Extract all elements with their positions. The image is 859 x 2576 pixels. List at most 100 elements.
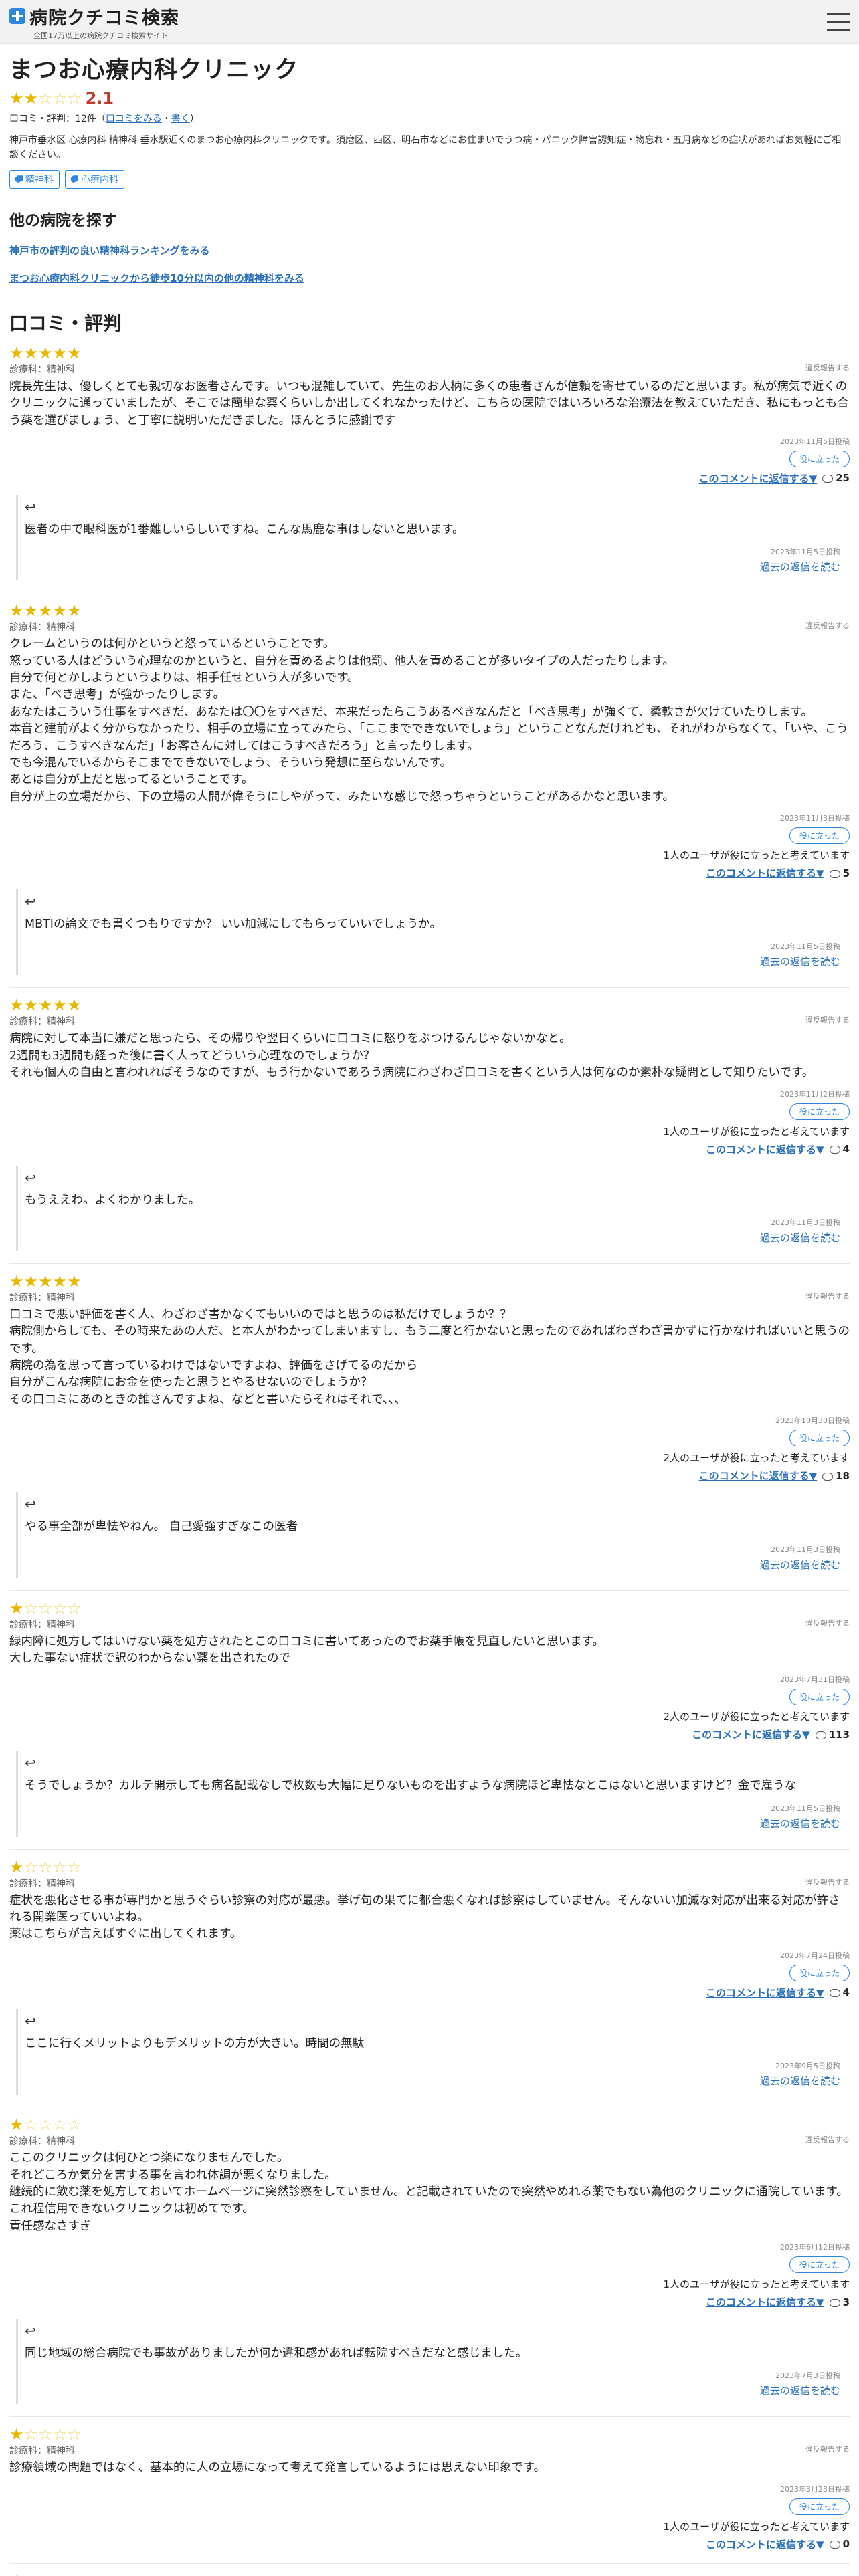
helpful-button[interactable]: 役に立った (789, 1964, 850, 1981)
reply-date: 2023年7月3日投稿 (775, 2371, 840, 2381)
report-link[interactable]: 違反報告する (805, 362, 850, 376)
ranking-link[interactable]: 神戸市の評判の良い精神科ランキングをみる (9, 243, 850, 257)
review-item: ★☆☆☆☆ 診療科：精神科 違反報告する 症状を悪化させる事が専門かと思うぐらい診察の… (9, 1850, 850, 2108)
reply-text: ここに行くメリットよりもデメリットの方が大きい。時間の無駄 (25, 2036, 365, 2050)
reply-to-comment-link[interactable]: このコメントに返信する▼ (692, 1727, 810, 1741)
helpful-button[interactable]: 役に立った (789, 2498, 850, 2515)
reply-item: ↩ もうええわ。よくわかりました。 2023年11月3日投稿 過去の返信を読む (16, 1165, 850, 1251)
helpful-button[interactable]: 役に立った (789, 450, 850, 467)
review-text: 症状を悪化させる事が専門かと思うぐらい診察の対応が最悪。挙げ句の果てに都合悪くな… (9, 1893, 840, 1941)
past-replies-link[interactable]: 過去の返信を読む (760, 560, 840, 574)
helpful-button[interactable]: 役に立った (789, 1430, 850, 1447)
reply-count: 113 (828, 1728, 850, 1741)
review-text: 診療領域の問題ではなく、基本的に人の立場になって考えて発言しているようには思えな… (9, 2461, 545, 2475)
see-reviews-link[interactable]: 口コミをみる (106, 114, 162, 124)
past-replies-link[interactable]: 過去の返信を読む (760, 2383, 840, 2397)
review-department: 診療科：精神科 (9, 1619, 75, 1630)
reply-item: ↩ MBTIの論文でも書くつもりですか？ いい加減にしてもらっていいでしょうか。 2… (16, 889, 850, 976)
review-item: ★★★★★ 診療科：精神科 違反報告する 院長先生は、優しくとても親切なお医者さんです… (9, 336, 850, 594)
review-item: ★☆☆☆☆ (9, 2564, 850, 2576)
helpful-button[interactable]: 役に立った (789, 827, 850, 845)
other-hospitals-title: 他の病院を探す (9, 211, 117, 229)
review-stars: ★★★★★ (9, 601, 82, 621)
site-name: 病院クチコミ検索 (29, 7, 179, 29)
review-department: 診療科：精神科 (9, 622, 75, 633)
reply-to-comment-link[interactable]: このコメントに返信する▼ (706, 2537, 824, 2551)
past-replies-link[interactable]: 過去の返信を読む (760, 1558, 840, 1572)
reply-to-comment-link[interactable]: このコメントに返信する▼ (699, 1469, 818, 1483)
reply-to-comment-link[interactable]: このコメントに返信する▼ (699, 471, 818, 486)
report-link[interactable]: 違反報告する (805, 1876, 850, 1890)
reply-arrow-icon: ↩ (25, 1755, 36, 1772)
reply-count: 18 (836, 1469, 850, 1482)
review-count-close: ） (189, 114, 199, 124)
comment-bubble-icon (829, 1989, 840, 1998)
reply-arrow-icon: ↩ (25, 1169, 36, 1186)
review-date: 2023年6月12日投稿 (780, 2243, 850, 2252)
reply-text: 同じ地域の総合病院でも事故がありましたが何か違和感があれば転院すべきだなと感じま… (25, 2347, 528, 2361)
tag-psychosomatic[interactable]: 心療内科 (65, 169, 124, 189)
reply-to-comment-link[interactable]: このコメントに返信する▼ (706, 1142, 824, 1156)
reply-count: 4 (842, 1143, 850, 1156)
review-stars: ★☆☆☆☆ (9, 2425, 82, 2444)
report-link[interactable]: 違反報告する (805, 1618, 850, 1631)
helpful-count: 2人のユーザが役に立ったと考えています (663, 1452, 850, 1465)
report-link[interactable]: 違反報告する (805, 620, 850, 633)
helpful-button[interactable]: 役に立った (789, 1103, 850, 1120)
review-item: ★★★★★ 診療科：精神科 違反報告するクレームというのは何かというと怒っているとい… (9, 593, 850, 988)
write-review-link[interactable]: 書く (171, 114, 190, 124)
link-separator: ・ (161, 114, 171, 124)
menu-icon[interactable] (827, 13, 850, 31)
reply-arrow-icon: ↩ (25, 2323, 36, 2339)
nearby-link[interactable]: まつお心療内科クリニックから徒歩10分以内の他の精神科をみる (9, 271, 850, 285)
review-text: クレームというのは何かというと怒っているということです。 怒っている人はどういう… (9, 637, 849, 804)
past-replies-link[interactable]: 過去の返信を読む (760, 1230, 840, 1245)
cross-logo-icon (9, 8, 25, 24)
reply-to-comment-link[interactable]: このコメントに返信する▼ (706, 1985, 824, 2000)
review-stars: ★★★★★ (9, 996, 82, 1015)
reply-to-comment-link[interactable]: このコメントに返信する▼ (706, 866, 824, 880)
rating-stars: ★★☆☆☆ (9, 89, 82, 108)
comment-bubble-icon (829, 869, 840, 878)
reply-item: ↩ 同じ地域の総合病院でも事故がありましたが何か違和感があれば転院すべきだなと感じ… (16, 2319, 850, 2405)
reply-text: そうでしょうか？カルテ開示しても病名記載なしで枚数も大幅に足りないものを出すよう… (25, 1779, 797, 1793)
clinic-tags: 精神科 心療内科 (9, 169, 850, 189)
comment-bubble-icon (829, 1146, 840, 1154)
helpful-count: 2人のユーザが役に立ったと考えています (663, 1711, 850, 1723)
helpful-button[interactable]: 役に立った (789, 2256, 850, 2274)
clinic-name: まつお心療内科クリニック (9, 57, 299, 84)
reviews-title: 口コミ・評判 (9, 312, 122, 334)
past-replies-link[interactable]: 過去の返信を読む (760, 2074, 840, 2088)
reply-item: ↩ ここに行くメリットよりもデメリットの方が大きい。時間の無駄 2023年9月5日投… (16, 2008, 850, 2095)
review-item: ★☆☆☆☆ 診療科：精神科 違反報告する ここのクリニックは何ひとつ楽になりませんでし… (9, 2107, 850, 2418)
reply-date: 2023年9月5日投稿 (775, 2062, 840, 2071)
review-stars: ★☆☆☆☆ (9, 1857, 82, 1876)
review-text: ここのクリニックは何ひとつ楽になりませんでした。 それどころか気分を害する事を言… (9, 2151, 848, 2233)
review-text: 口コミで悪い評価を書く人、わざわざ書かなくてもいいのではと思うのは私だけでしょう… (9, 1307, 850, 1406)
reply-arrow-icon: ↩ (25, 893, 36, 910)
reply-arrow-icon: ↩ (25, 498, 36, 515)
report-link[interactable]: 違反報告する (805, 1014, 850, 1028)
helpful-button[interactable]: 役に立った (789, 1689, 850, 1706)
reply-to-comment-link[interactable]: このコメントに返信する▼ (706, 2295, 824, 2309)
review-text: 院長先生は、優しくとても親切なお医者さんです。いつも混雑していて、先生のお人柄に… (9, 379, 849, 427)
comment-bubble-icon (822, 475, 834, 484)
comment-bubble-icon (829, 2298, 840, 2307)
review-date: 2023年10月30日投稿 (775, 1416, 850, 1426)
review-date: 2023年11月3日投稿 (780, 814, 850, 823)
report-link[interactable]: 違反報告する (805, 2444, 850, 2457)
reply-text: MBTIの論文でも書くつもりですか？ いい加減にしてもらっていいでしょうか。 (25, 918, 442, 932)
past-replies-link[interactable]: 過去の返信を読む (760, 954, 840, 968)
review-stars: ★★★★★ (9, 1271, 82, 1291)
helpful-count: 1人のユーザが役に立ったと考えています (663, 2278, 850, 2291)
helpful-count: 1人のユーザが役に立ったと考えています (663, 849, 850, 862)
report-link[interactable]: 違反報告する (805, 2134, 850, 2147)
review-department: 診療科：精神科 (9, 364, 75, 375)
review-count-label: 口コミ・評判：12件（ (9, 114, 106, 124)
tag-psychiatry[interactable]: 精神科 (9, 169, 60, 189)
past-replies-link[interactable]: 過去の返信を読む (760, 1816, 840, 1830)
site-brand[interactable]: 病院クチコミ検索 全国17万以上の病院クチコミ検索サイト (9, 3, 179, 41)
comment-bubble-icon (829, 2541, 840, 2549)
reply-count: 5 (842, 867, 850, 879)
report-link[interactable]: 違反報告する (805, 1291, 850, 1304)
